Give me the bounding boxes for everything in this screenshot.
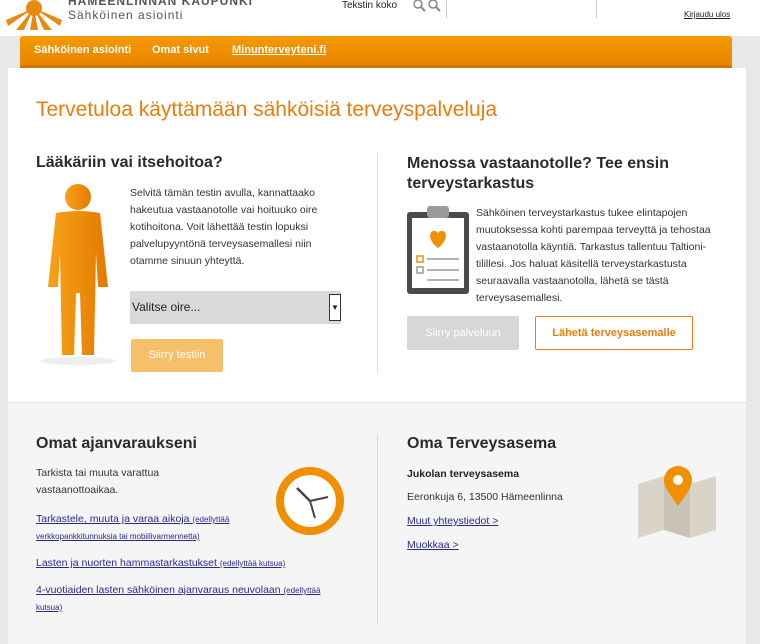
link-text: 4-vuotiaiden lasten sähköinen ajanvaraus… <box>36 584 281 596</box>
clock-icon <box>276 467 344 535</box>
brand-name: HÄMEENLINNAN KAUPUNKI <box>68 0 253 8</box>
nav-item-minunterveyteni[interactable]: Minunterveyteni.fi <box>232 44 326 56</box>
page-title: Tervetuloa käyttämään sähköisiä terveysp… <box>36 98 498 121</box>
symptom-description: Selvitä tämän testin avulla, kannattaako… <box>130 187 318 267</box>
person-icon <box>40 184 116 365</box>
appointment-link-clinic[interactable]: 4-vuotiaiden lasten sähköinen ajanvaraus… <box>36 582 326 616</box>
main-nav: Sähköinen asiointi Omat sivut Minunterve… <box>20 36 732 68</box>
city-logo <box>6 0 62 30</box>
chevron-down-icon[interactable]: ▼ <box>329 294 341 321</box>
checkup-description: Sähköinen terveystarkastus tukee elintap… <box>476 207 711 304</box>
symptom-select[interactable]: Valitse oire... ▼ <box>130 291 341 324</box>
checkup-heading-line1: Menossa vastaanotolle? Tee ensin <box>407 155 670 172</box>
station-heading: Oma Terveysasema <box>407 435 557 452</box>
appointments-description: Tarkista tai muuta varattua vastaanottoa… <box>36 467 160 496</box>
go-to-service-button[interactable]: Siirry palveluun <box>407 316 519 350</box>
appointment-link-manage[interactable]: Tarkastele, muuta ja varaa aikoja (edell… <box>36 511 276 545</box>
column-divider <box>377 153 378 373</box>
more-contacts-link[interactable]: Muut yhteystiedot > <box>407 513 498 529</box>
zoom-out-icon[interactable] <box>427 0 441 12</box>
text-size-label: Tekstin koko <box>342 0 398 11</box>
send-to-station-button[interactable]: Lähetä terveysasemalle <box>535 316 693 350</box>
station-address: Eeronkuja 6, 13500 Hämeenlinna <box>407 491 563 503</box>
symptom-select-value: Valitse oire... <box>132 300 201 314</box>
divider <box>446 0 447 18</box>
start-test-button[interactable]: Siirry testiin <box>131 339 223 372</box>
brand-subtitle: Sähköinen asiointi <box>68 8 184 22</box>
link-text: Tarkastele, muuta ja varaa aikoja <box>36 513 190 525</box>
clipboard-heart-icon <box>407 206 469 294</box>
map-pin-icon <box>638 466 716 538</box>
station-name: Jukolan terveysasema <box>407 468 520 480</box>
link-text: Lasten ja nuorten hammastarkastukset <box>36 557 217 569</box>
top-bar: HÄMEENLINNAN KAUPUNKI Sähköinen asiointi… <box>0 0 760 36</box>
link-note: (edellyttää kutsua) <box>219 559 286 568</box>
symptom-heading: Lääkäriin vai itsehoitoa? <box>36 154 223 171</box>
divider <box>596 0 597 18</box>
logout-link[interactable]: Kirjaudu ulos <box>684 10 730 19</box>
appointments-heading: Omat ajanvaraukseni <box>36 435 197 452</box>
zoom-in-icon[interactable] <box>412 0 426 12</box>
appointment-link-dental[interactable]: Lasten ja nuorten hammastarkastukset (ed… <box>36 555 356 572</box>
nav-item-my-pages[interactable]: Omat sivut <box>152 44 209 56</box>
checkup-heading-line2: terveystarkastus <box>407 175 535 192</box>
column-divider <box>377 434 378 624</box>
nav-item-electronic-services[interactable]: Sähköinen asiointi <box>34 44 131 56</box>
edit-station-link[interactable]: Muokkaa > <box>407 537 459 553</box>
